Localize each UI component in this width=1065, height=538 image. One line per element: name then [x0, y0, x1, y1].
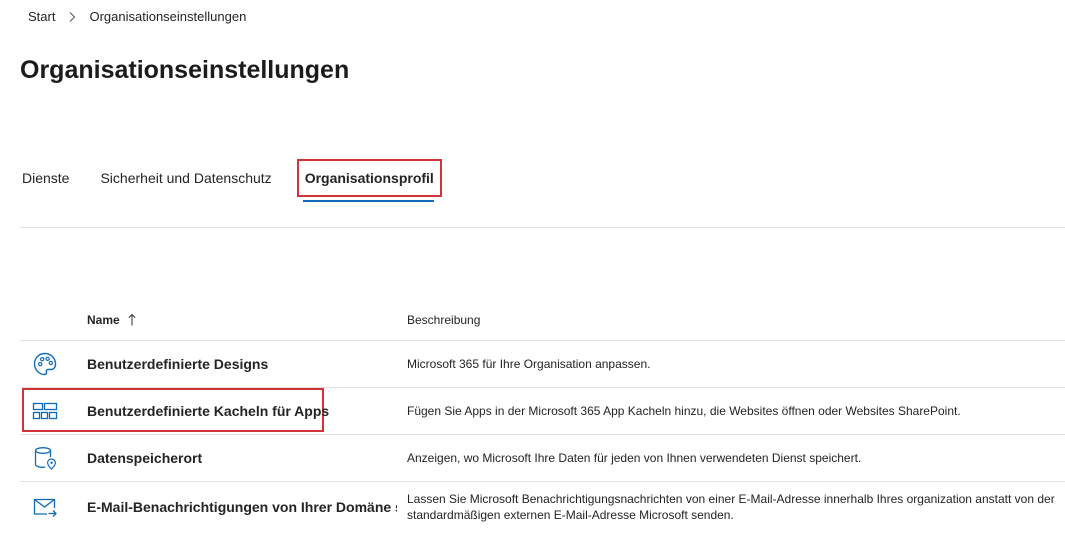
table-row[interactable]: Benutzerdefinierte Designs Microsoft 365… — [20, 341, 1065, 388]
page: Start Organisationseinstellungen Organis… — [0, 0, 1065, 538]
row-description: Lassen Sie Microsoft Benachrichtigungsna… — [407, 492, 1055, 522]
app-tiles-icon — [32, 398, 58, 424]
table-row[interactable]: E-Mail-Benachrichtigungen von Ihrer Domä… — [20, 482, 1065, 532]
table-row[interactable]: Benutzerdefinierte Kacheln für Apps Füge… — [20, 388, 1065, 435]
row-description: Microsoft 365 für Ihre Organisation anpa… — [407, 357, 651, 371]
breadcrumb: Start Organisationseinstellungen — [28, 9, 246, 24]
tab-security-privacy[interactable]: Sicherheit und Datenschutz — [100, 160, 271, 196]
row-description: Anzeigen, wo Microsoft Ihre Daten für je… — [407, 451, 862, 465]
breadcrumb-current: Organisationseinstellungen — [89, 9, 247, 24]
divider — [20, 227, 1065, 228]
chevron-right-icon — [65, 10, 79, 24]
row-name: E-Mail-Benachrichtigungen von Ihrer Domä… — [87, 499, 397, 515]
row-name: Benutzerdefinierte Designs — [87, 356, 269, 372]
row-name: Datenspeicherort — [87, 450, 203, 466]
tab-label: Sicherheit und Datenschutz — [100, 170, 272, 186]
tab-label: Dienste — [22, 170, 70, 186]
active-tab-indicator — [302, 200, 434, 202]
page-title: Organisationseinstellungen — [20, 56, 350, 84]
table-row[interactable]: Datenspeicherort Anzeigen, wo Microsoft … — [20, 435, 1065, 482]
tab-services[interactable]: Dienste — [22, 160, 69, 196]
column-header-label: Name — [87, 313, 120, 327]
tab-organization-profile[interactable]: Organisationsprofil — [296, 159, 442, 202]
sort-ascending-icon — [127, 313, 137, 327]
settings-table: Name Beschreibung Benutzerdefinierte Des… — [20, 300, 1065, 532]
row-name: Benutzerdefinierte Kacheln für Apps — [87, 403, 330, 419]
row-description: Fügen Sie Apps in der Microsoft 365 App … — [407, 404, 961, 418]
tab-list: Dienste Sicherheit und Datenschutz Organ… — [22, 158, 442, 202]
mail-send-icon — [32, 494, 58, 520]
database-location-icon — [32, 445, 58, 471]
table-header: Name Beschreibung — [20, 300, 1065, 341]
tab-label: Organisationsprofil — [304, 170, 434, 186]
column-header-name[interactable]: Name — [20, 313, 407, 327]
palette-icon — [32, 351, 58, 377]
column-header-description: Beschreibung — [407, 313, 481, 327]
breadcrumb-home[interactable]: Start — [28, 9, 55, 24]
